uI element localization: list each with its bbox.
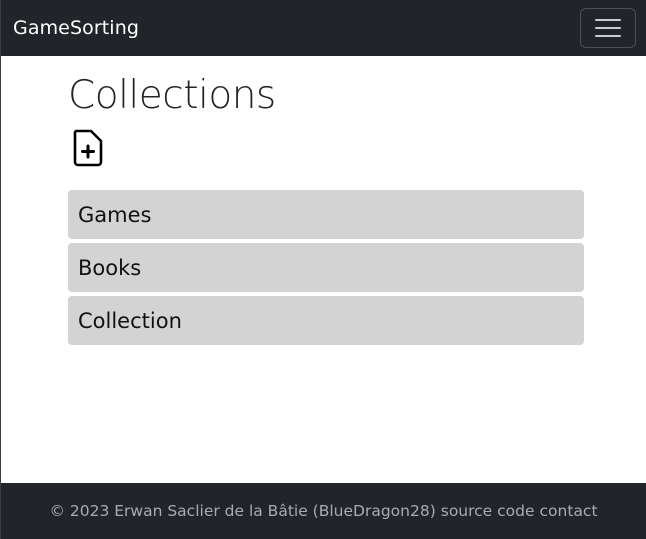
navbar: GameSorting [1,0,646,56]
collection-list: Games Books Collection [68,190,584,345]
source-code-link[interactable]: source code [441,502,535,520]
collection-item-books[interactable]: Books [68,243,584,292]
collection-item-collection[interactable]: Collection [68,296,584,345]
navbar-toggle-button[interactable] [580,8,636,48]
collection-item-label: Books [78,255,142,280]
page-title: Collections [68,73,276,118]
footer: © 2023 Erwan Saclier de la Bâtie (BlueDr… [1,483,646,539]
file-plus-icon[interactable] [72,129,104,167]
contact-link[interactable]: contact [540,502,598,520]
navbar-brand[interactable]: GameSorting [13,17,139,39]
collection-item-label: Collection [78,308,182,333]
footer-copyright: © 2023 Erwan Saclier de la Bâtie (BlueDr… [49,502,436,520]
collection-item-games[interactable]: Games [68,190,584,239]
main-content: Collections Games Books Collection [68,72,584,349]
collection-item-label: Games [78,202,152,227]
hamburger-menu-icon [595,19,621,21]
